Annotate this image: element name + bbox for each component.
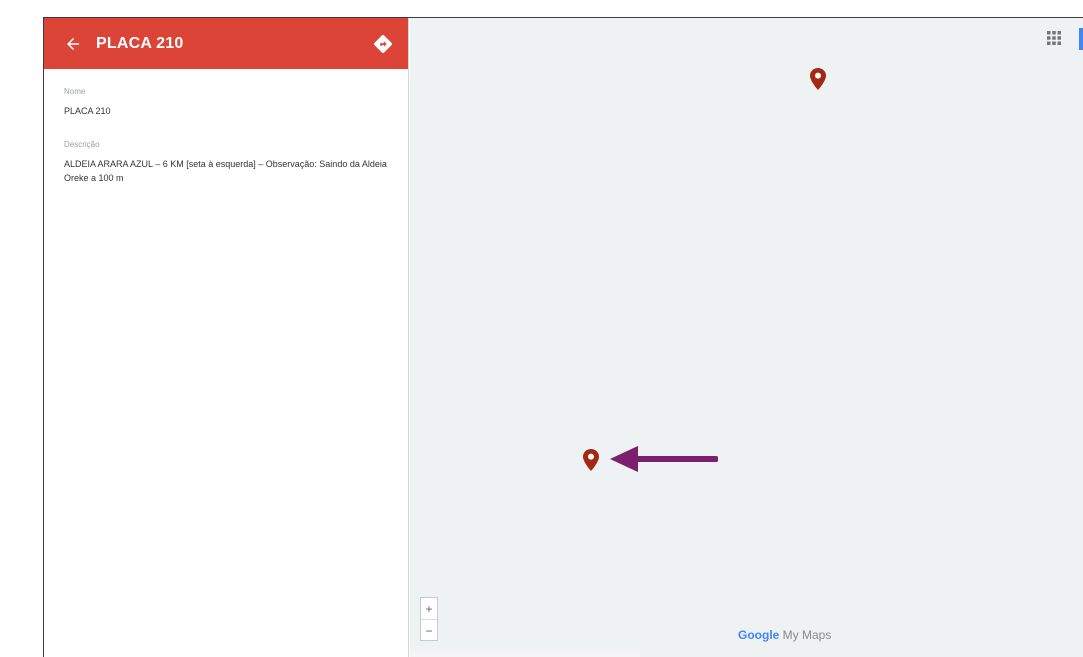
description-label: Descrição (64, 140, 100, 149)
google-my-maps-logo: Google My Maps (738, 628, 831, 642)
map-pin-icon[interactable] (583, 449, 599, 471)
my-maps-window: PLACA 210 Nome PLACA 210 Descrição ALDEI… (43, 17, 1083, 657)
name-label: Nome (64, 87, 86, 96)
zoom-out-button[interactable]: − (421, 620, 437, 641)
description-value: ALDEIA ARARA AZUL – 6 KM [seta à esquerd… (64, 159, 387, 183)
annotation-arrow (610, 446, 718, 472)
brand-google: Google (738, 628, 780, 642)
map-attribution-strip (410, 650, 640, 657)
arrow-left-icon[interactable] (64, 35, 82, 53)
zoom-in-button[interactable]: + (421, 598, 437, 619)
map-control-edge (1079, 28, 1083, 50)
panel-title: PLACA 210 (96, 34, 184, 52)
panel-header: PLACA 210 (44, 18, 408, 69)
brand-suffix: My Maps (779, 628, 832, 642)
detail-panel: PLACA 210 Nome PLACA 210 Descrição ALDEI… (44, 18, 409, 657)
map-pin-icon[interactable] (810, 68, 826, 90)
caption-fragment (0, 0, 300, 14)
zoom-control: + − (420, 597, 438, 641)
directions-icon[interactable] (372, 33, 394, 55)
panel-body: Nome PLACA 210 Descrição ALDEIA ARARA AZ… (44, 69, 408, 185)
name-value: PLACA 210 (64, 106, 111, 116)
grid-icon[interactable] (1047, 31, 1061, 45)
map-canvas[interactable]: + − Google My Maps (410, 18, 1083, 657)
